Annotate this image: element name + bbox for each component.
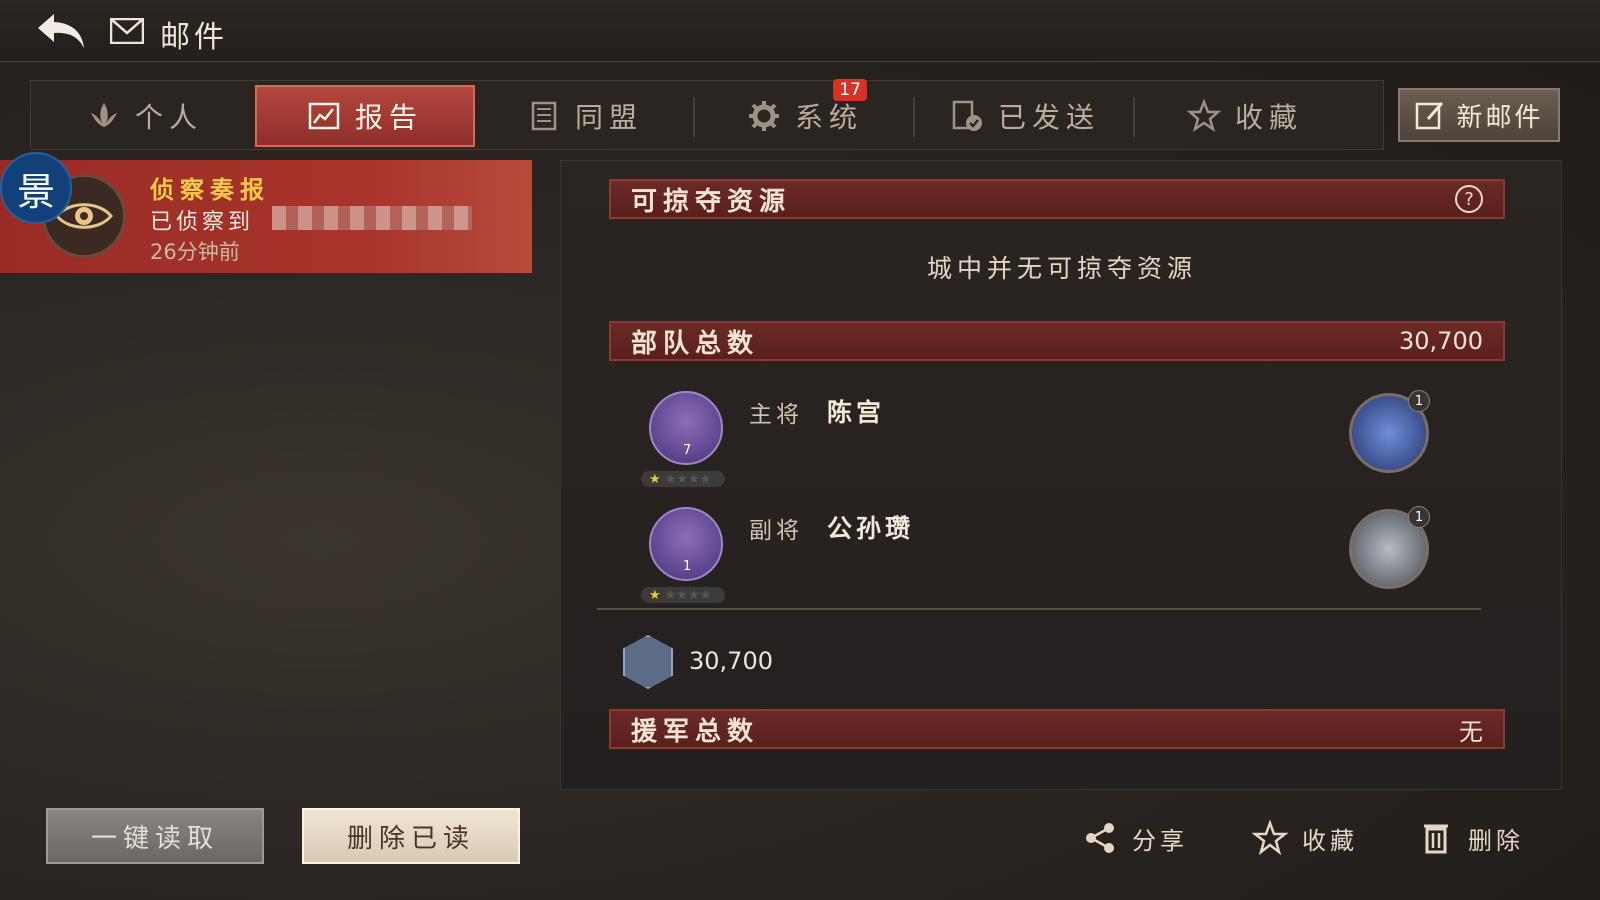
- tab-favorites[interactable]: 收藏: [1135, 85, 1355, 147]
- avatar[interactable]: 景: [0, 152, 72, 224]
- mail-time: 26分钟前: [150, 240, 240, 264]
- trash-icon: [1424, 824, 1448, 854]
- troops-header: 部队总数 30,700: [609, 321, 1505, 361]
- notification-badge: 17: [833, 79, 867, 101]
- page-title: 邮件: [160, 20, 228, 55]
- gear-icon: [748, 101, 779, 131]
- lotus-icon: [90, 103, 117, 127]
- tab-label: 已发送: [997, 101, 1100, 134]
- divider: [597, 608, 1481, 610]
- top-bar: 邮件: [0, 0, 1600, 62]
- tab-report[interactable]: 报告: [255, 85, 475, 147]
- reinforce-value: 无: [1459, 717, 1483, 746]
- general-row: 1 ★ ★★★★ 副将 公孙瓒 1: [609, 499, 1505, 609]
- resources-title: 可掠夺资源: [631, 186, 792, 217]
- general-role: 副将: [749, 518, 803, 544]
- report-panel: 可掠夺资源 ? 城中并无可掠夺资源 部队总数 30,700 7 ★ ★★★★ 主将…: [560, 160, 1562, 790]
- read-all-button[interactable]: 一键读取: [46, 808, 264, 864]
- share-icon: [1086, 823, 1114, 853]
- general-stars: ★ ★★★★: [641, 471, 725, 487]
- share-label: 分享: [1132, 826, 1188, 855]
- general-level: 1: [683, 559, 692, 574]
- star-icon: [1252, 820, 1288, 856]
- mail-list-item[interactable]: 侦察奏报 已侦察到 26分钟前: [0, 160, 532, 273]
- skill-icon[interactable]: 1: [1349, 506, 1430, 589]
- reinforce-header: 援军总数 无: [609, 709, 1505, 749]
- general-row: 7 ★ ★★★★ 主将 陈宫 1: [609, 383, 1505, 493]
- skill-icon[interactable]: 1: [1349, 390, 1430, 473]
- reinforce-title: 援军总数: [631, 716, 760, 747]
- tab-label: 收藏: [1234, 101, 1303, 134]
- general-name: 陈宫: [827, 398, 886, 427]
- favorite-label: 收藏: [1302, 826, 1358, 855]
- soldier-icon: [623, 635, 673, 689]
- general-role: 主将: [749, 402, 803, 428]
- mail-desc: 已侦察到: [150, 210, 255, 235]
- tab-system[interactable]: 系统 17: [695, 79, 915, 147]
- resources-empty-text: 城中并无可掠夺资源: [926, 254, 1197, 283]
- sent-doc-icon: [952, 100, 982, 131]
- tab-label: 报告: [354, 101, 423, 134]
- tab-alliance[interactable]: 同盟: [475, 85, 695, 147]
- new-mail-button[interactable]: 新邮件: [1398, 88, 1560, 142]
- general-stars: ★ ★★★★: [641, 587, 725, 603]
- favorite-button[interactable]: 收藏: [1252, 816, 1358, 860]
- tab-label: 系统: [794, 101, 863, 134]
- share-button[interactable]: 分享: [1082, 816, 1188, 860]
- tab-sent[interactable]: 已发送: [915, 85, 1135, 147]
- compose-icon: [1416, 102, 1444, 130]
- delete-button[interactable]: 删除: [1418, 816, 1524, 860]
- help-icon[interactable]: ?: [1455, 185, 1483, 213]
- banner-icon: [531, 101, 557, 131]
- envelope-icon: [110, 18, 144, 44]
- skill-count: 1: [1408, 390, 1430, 412]
- report-icon: [308, 102, 340, 130]
- resources-header: 可掠夺资源 ?: [609, 179, 1505, 219]
- tab-personal[interactable]: 个人: [35, 85, 255, 147]
- new-mail-label: 新邮件: [1456, 102, 1544, 133]
- mail-title: 侦察奏报: [150, 176, 270, 204]
- back-arrow-icon[interactable]: [34, 8, 90, 54]
- troops-title: 部队总数: [631, 328, 760, 359]
- soldier-count: 30,700: [689, 647, 773, 675]
- delete-read-button[interactable]: 删除已读: [302, 808, 520, 864]
- troops-total: 30,700: [1399, 327, 1483, 355]
- star-icon: [1186, 99, 1221, 132]
- redacted-name: [272, 206, 472, 230]
- tab-bar: 个人 报告 同盟 系统 17 已发送 收藏: [30, 79, 1384, 150]
- skill-count: 1: [1408, 506, 1430, 528]
- general-name: 公孙瓒: [827, 514, 915, 543]
- tab-label: 个人: [134, 101, 203, 134]
- tab-label: 同盟: [574, 101, 643, 134]
- general-level: 7: [683, 443, 692, 458]
- delete-label: 删除: [1468, 826, 1524, 855]
